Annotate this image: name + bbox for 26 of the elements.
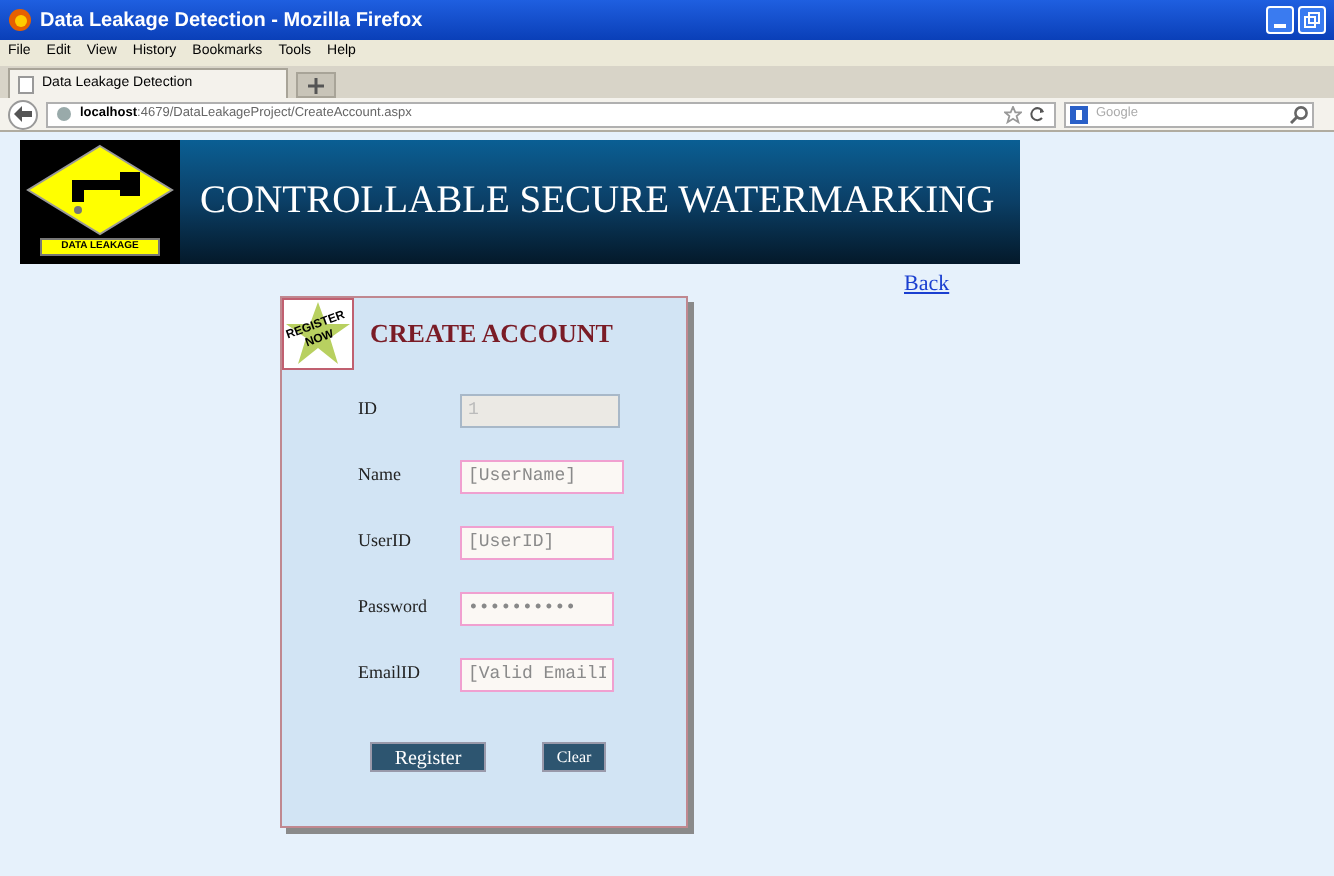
restore-button[interactable] <box>1298 6 1326 34</box>
restore-icon <box>1304 12 1320 28</box>
search-icon[interactable] <box>1290 105 1308 123</box>
window-title: Data Leakage Detection - Mozilla Firefox <box>40 7 423 35</box>
register-button[interactable]: Register <box>370 742 486 772</box>
input-field[interactable]: [UserName] <box>460 459 624 493</box>
field-label: EmailID <box>358 660 422 687</box>
field-label: Name <box>358 462 403 489</box>
minimize-icon <box>1274 24 1286 28</box>
reload-icon[interactable] <box>1030 106 1046 122</box>
field-label: ID <box>358 396 379 423</box>
field-label: Password <box>358 594 430 621</box>
clear-button[interactable]: Clear <box>542 742 606 772</box>
banner-title: CONTROLLABLE SECURE WATERMARKING <box>200 178 995 227</box>
new-tab-button[interactable] <box>296 72 336 98</box>
back-button[interactable] <box>8 99 38 129</box>
field-label: UserID <box>358 528 413 555</box>
plus-icon <box>308 77 324 93</box>
input-field[interactable]: [Valid EmailI <box>460 657 614 691</box>
back-link[interactable]: Back <box>904 268 950 301</box>
firefox-logo-icon <box>8 8 32 32</box>
form-title: CREATE ACCOUNT <box>370 316 613 353</box>
back-arrow-icon <box>14 106 32 122</box>
star-icon[interactable] <box>1004 105 1022 123</box>
minimize-button[interactable] <box>1266 6 1294 34</box>
input-field[interactable]: [UserID] <box>460 525 614 559</box>
